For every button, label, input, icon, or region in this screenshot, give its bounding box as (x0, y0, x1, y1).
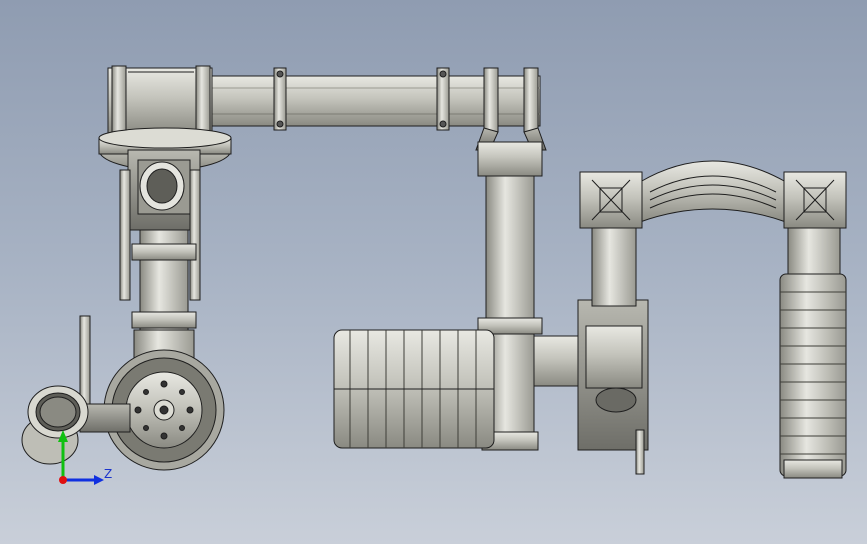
top-tube-clamp-right (436, 67, 450, 131)
gantry-left-post (591, 225, 637, 307)
top-tube-clamp-left (273, 67, 287, 131)
left-wrist-pipe-front (27, 385, 89, 439)
z-axis-head (94, 475, 104, 485)
right-ribbed-column (779, 273, 847, 479)
cad-viewport[interactable]: Z (0, 0, 867, 544)
x-axis-origin (59, 476, 67, 484)
gantry-left-box (579, 171, 643, 229)
cad-drawing: Z (21, 65, 847, 485)
gantry-right-box (783, 171, 847, 229)
gantry-arch-beam (639, 160, 787, 223)
horizontal-ribbed-motor (333, 329, 587, 449)
top-horizontal-tube (107, 65, 541, 137)
left-upper-arm-tube (131, 229, 197, 361)
z-axis-label: Z (104, 467, 112, 481)
right-lower-joint (577, 299, 649, 475)
